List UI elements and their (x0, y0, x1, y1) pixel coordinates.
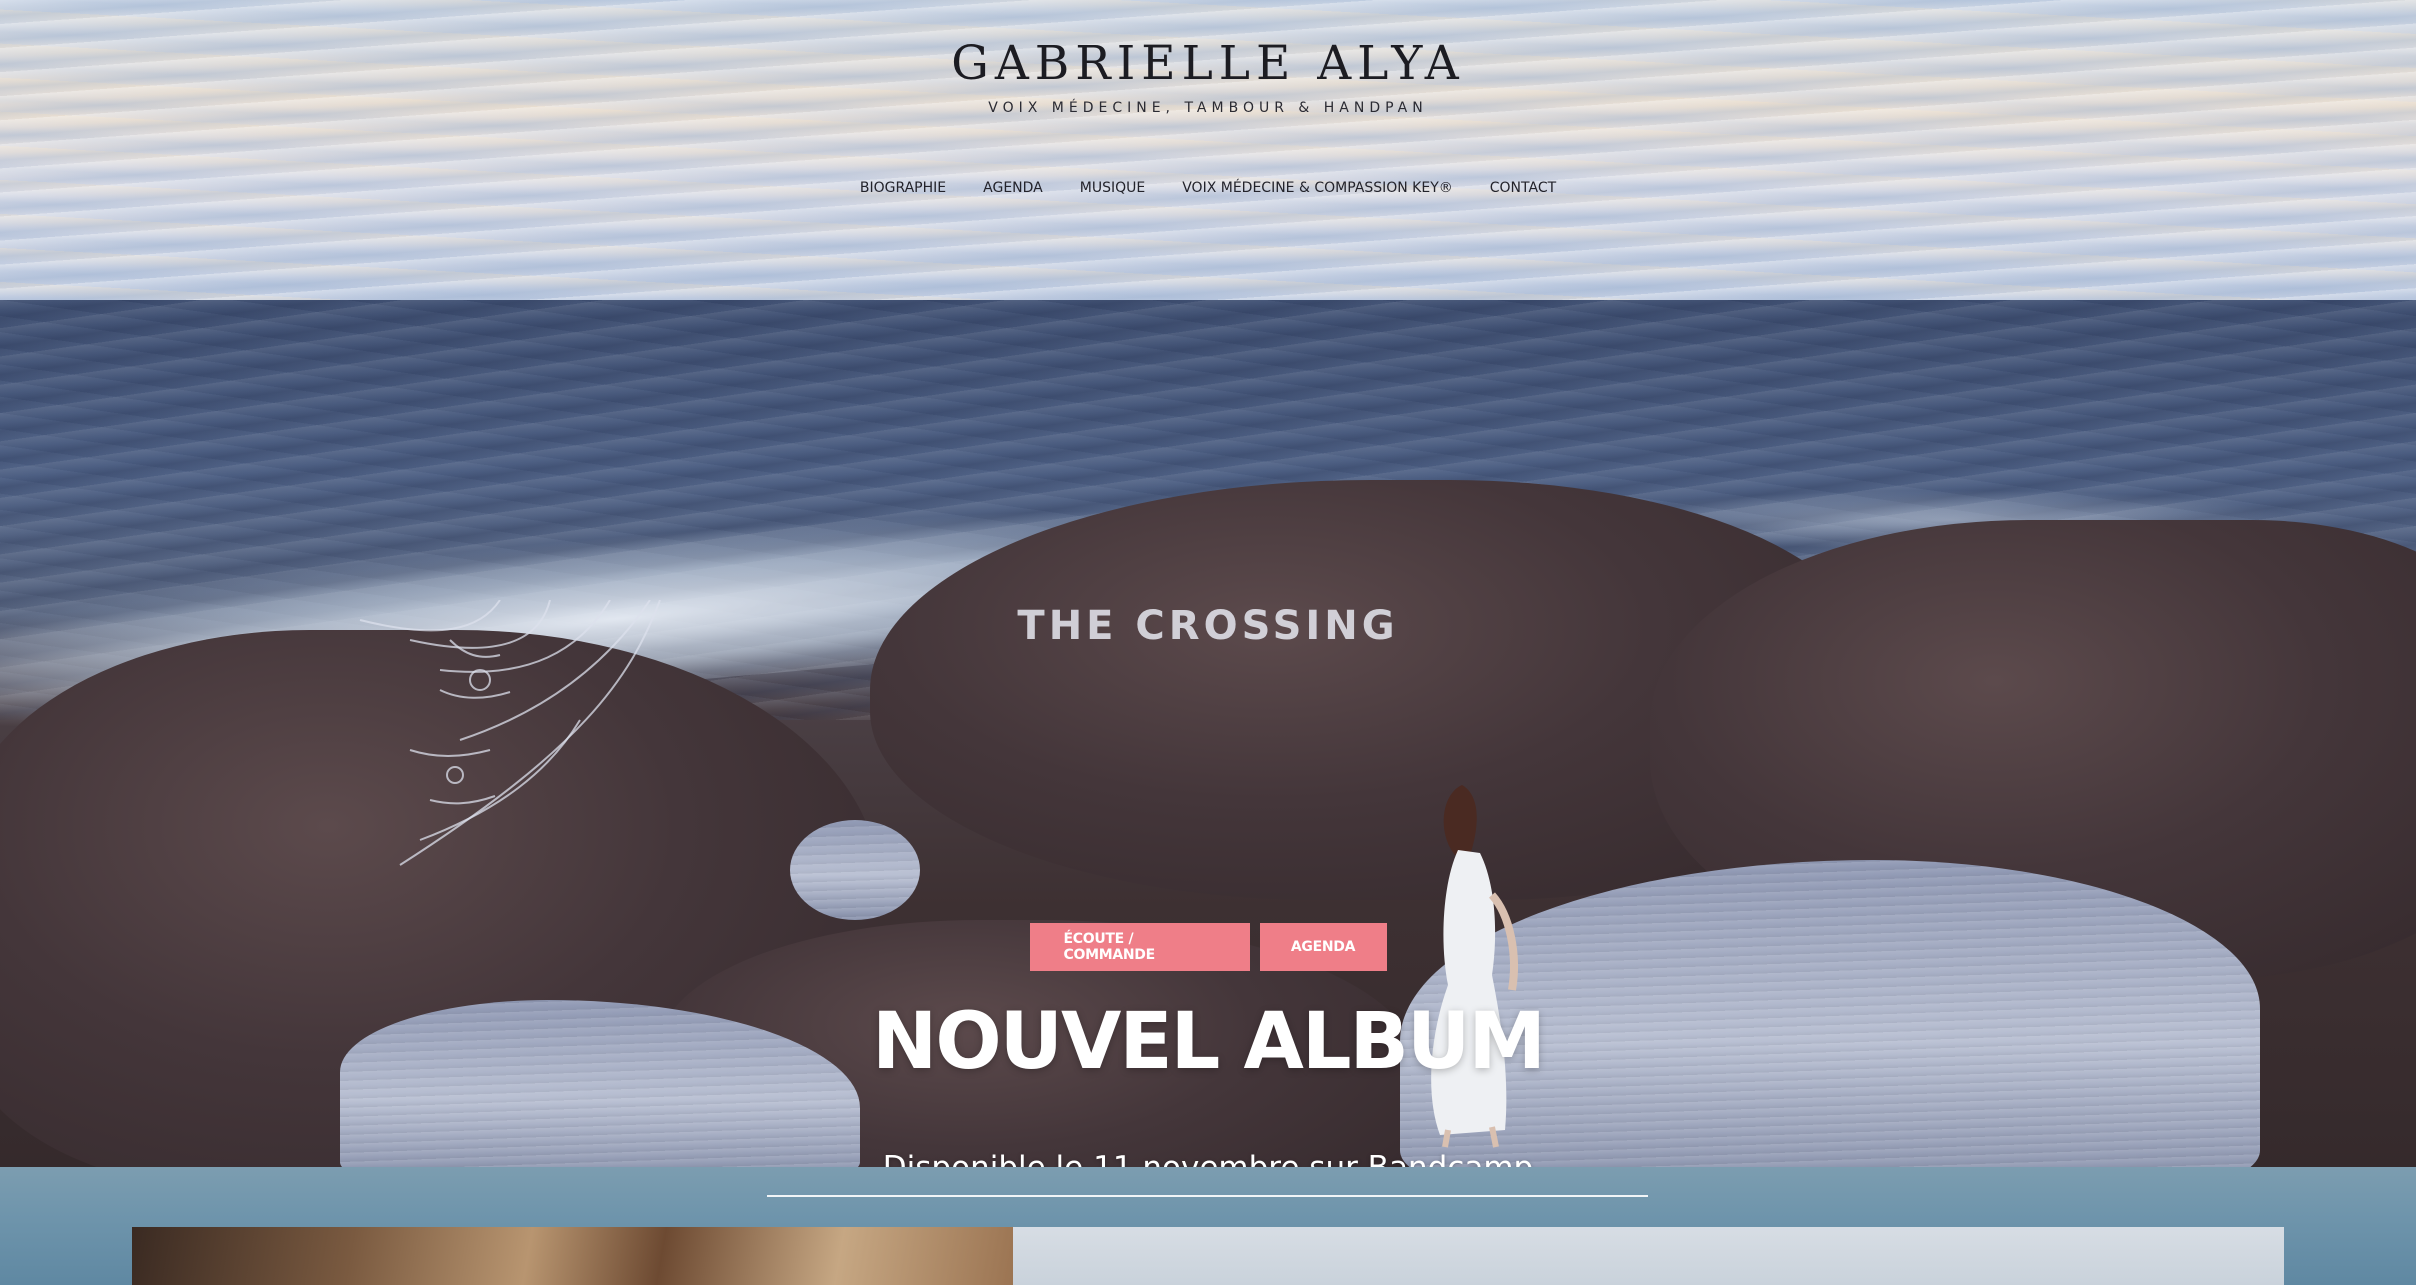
section-divider (767, 1195, 1648, 1197)
site-header: GABRIELLE ALYA VOIX MÉDECINE, TAMBOUR & … (0, 0, 2416, 300)
album-logo: THE CROSSING (1017, 603, 1399, 649)
main-nav: BIOGRAPHIE AGENDA MUSIQUE VOIX MÉDECINE … (0, 180, 2416, 196)
feature-text-card (1013, 1227, 2284, 1285)
nav-item-agenda[interactable]: AGENDA (983, 180, 1043, 196)
nav-item-contact[interactable]: CONTACT (1490, 180, 1556, 196)
hero-heading: NOUVEL ALBUM (872, 997, 1546, 1087)
feature-image-card[interactable] (132, 1227, 1013, 1285)
hero-subheading: Disponible le 11 novembre sur Bandcamp (0, 1150, 2416, 1167)
listen-order-button[interactable]: ÉCOUTE / COMMANDE (1029, 923, 1250, 971)
site-title[interactable]: GABRIELLE ALYA (0, 36, 2416, 91)
tide-pool (790, 820, 920, 920)
nav-item-biographie[interactable]: BIOGRAPHIE (860, 180, 946, 196)
nav-item-musique[interactable]: MUSIQUE (1080, 180, 1145, 196)
hero-section: THE CROSSING NOUVEL ALBUM Disponible le … (0, 300, 2416, 1167)
cta-buttons: ÉCOUTE / COMMANDE AGENDA (0, 923, 2416, 971)
site-tagline: VOIX MÉDECINE, TAMBOUR & HANDPAN (988, 100, 1428, 116)
nav-item-voix-medecine[interactable]: VOIX MÉDECINE & COMPASSION KEY® (1182, 180, 1453, 196)
agenda-button[interactable]: AGENDA (1259, 923, 1387, 971)
